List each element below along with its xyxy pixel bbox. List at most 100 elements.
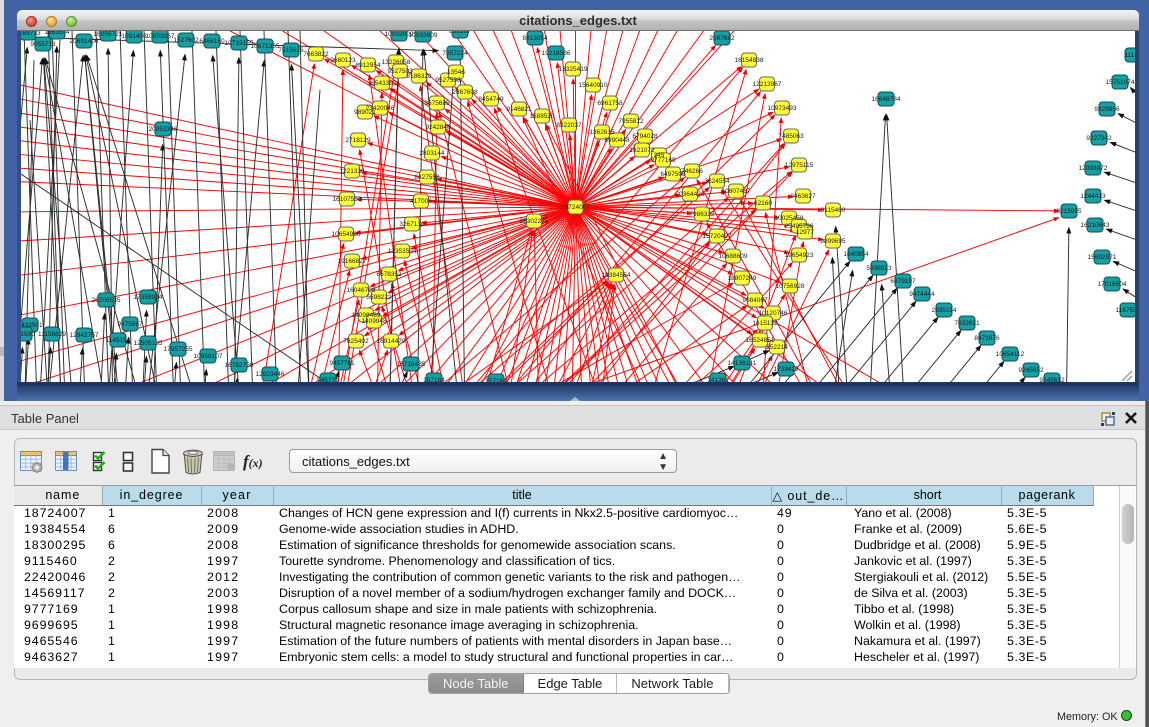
svg-text:8186328: 8186328 [406,73,432,80]
svg-text:417006: 417006 [410,198,432,205]
svg-text:8322037: 8322037 [556,122,582,129]
svg-text:8427552: 8427552 [414,174,440,181]
svg-text:13325419: 13325419 [559,66,588,73]
svg-text:7625402: 7625402 [343,338,369,345]
svg-text:157164: 157164 [485,378,507,382]
svg-text:9084067: 9084067 [742,297,768,304]
svg-text:7663822: 7663822 [303,51,329,58]
svg-text:9329906: 9329906 [1094,106,1120,113]
svg-text:12977: 12977 [796,229,814,236]
svg-text:10756928: 10756928 [776,283,805,290]
svg-text:12975115: 12975115 [785,162,814,169]
svg-text:15640910: 15640910 [579,82,608,89]
svg-text:16524851: 16524851 [746,337,775,344]
svg-text:9055713: 9055713 [30,41,56,48]
svg-text:13546: 13546 [447,69,465,76]
svg-text:5698222: 5698222 [366,294,392,301]
svg-text:12923446: 12923446 [256,371,285,378]
svg-text:1863504: 1863504 [44,31,70,36]
svg-text:8215955: 8215955 [1056,208,1082,215]
svg-text:8471676: 8471676 [974,335,1000,342]
svg-text:62160: 62160 [754,200,772,207]
svg-text:9115460: 9115460 [821,207,846,214]
svg-text:19166827: 19166827 [338,258,367,265]
svg-text:157164: 157164 [423,377,445,382]
svg-text:1615132: 1615132 [752,320,778,327]
svg-text:18724007: 18724007 [561,204,590,211]
svg-text:9245652: 9245652 [1018,367,1044,374]
svg-text:2867608: 2867608 [452,89,478,96]
svg-text:2935114: 2935114 [932,307,957,314]
svg-text:12093872: 12093872 [1079,165,1108,172]
svg-text:18807249: 18807249 [728,275,757,282]
svg-text:16046798: 16046798 [347,287,376,294]
svg-text:1409948: 1409948 [361,318,387,325]
svg-text:9245612: 9245612 [1039,377,1065,382]
svg-text:15716485: 15716485 [397,361,426,368]
svg-text:252214: 252214 [766,344,788,351]
svg-text:1527602: 1527602 [173,37,199,44]
svg-text:16914479: 16914479 [377,338,406,345]
svg-text:10654966: 10654966 [332,231,361,238]
svg-text:16210643: 16210643 [1081,222,1110,229]
svg-text:10807487: 10807487 [722,188,751,195]
svg-text:13226058: 13226058 [382,59,411,66]
svg-text:8990448: 8990448 [604,137,630,144]
svg-text:7986322: 7986322 [689,211,715,218]
svg-text:8454749: 8454749 [478,96,504,103]
svg-text:832207: 832207 [449,31,471,35]
svg-text:3267130: 3267130 [399,221,425,228]
svg-text:7955812: 7955812 [618,118,644,125]
svg-text:16154838: 16154838 [735,57,764,64]
svg-text:17957255: 17957255 [164,346,193,353]
svg-text:6466160: 6466160 [199,38,225,45]
svg-text:10719155: 10719155 [225,40,254,47]
svg-text:16055721: 16055721 [94,31,123,38]
svg-text:8678352: 8678352 [376,271,402,278]
svg-text:2718129: 2718129 [345,137,371,144]
svg-text:1733426: 1733426 [773,366,799,373]
svg-text:10958107: 10958107 [194,353,223,360]
svg-text:10654112: 10654112 [996,351,1025,358]
svg-text:8813054: 8813054 [522,35,548,42]
svg-text:9660123: 9660123 [330,57,356,64]
svg-text:9227342: 9227342 [1086,135,1112,142]
svg-text:6497508: 6497508 [660,171,686,178]
svg-text:8912954: 8912954 [355,62,381,69]
svg-text:17359924: 17359924 [134,294,163,301]
svg-text:6879197: 6879197 [890,278,916,285]
svg-text:1167533: 1167533 [1116,307,1135,314]
svg-text:9899695: 9899695 [820,238,846,245]
svg-text:10120746: 10120746 [759,310,788,317]
svg-text:20364436: 20364436 [676,191,705,198]
svg-text:14136141: 14136141 [728,360,757,367]
svg-text:1145194: 1145194 [106,337,131,344]
svg-text:9457791: 9457791 [329,360,355,367]
svg-text:23420046: 23420046 [366,105,395,112]
svg-text:7357224: 7357224 [442,50,468,57]
svg-text:2087682: 2087682 [709,35,735,42]
svg-text:11156829: 11156829 [38,331,66,338]
svg-text:1588520: 1588520 [529,113,555,120]
svg-text:7515526: 7515526 [278,47,304,54]
svg-text:1091406: 1091406 [121,33,147,40]
svg-text:15692971: 15692971 [1088,254,1117,261]
svg-text:12213967: 12213967 [753,81,782,88]
svg-text:1221338: 1221338 [339,168,365,175]
svg-text:16543382: 16543382 [368,80,397,87]
svg-text:20691406: 20691406 [70,38,99,45]
svg-text:10025458: 10025458 [775,215,804,222]
svg-text:20053346: 20053346 [149,126,178,133]
svg-text:7485063: 7485063 [778,133,804,140]
svg-text:10853267: 10853267 [146,33,175,40]
svg-text:11123: 11123 [1124,52,1135,59]
svg-text:945779: 945779 [317,377,339,382]
svg-text:19384554: 19384554 [602,272,631,279]
svg-text:9146821: 9146821 [506,106,532,113]
svg-text:12505135: 12505135 [134,340,163,347]
svg-text:9242848: 9242848 [425,124,451,131]
svg-text:9474444: 9474444 [909,291,935,298]
svg-text:12942757: 12942757 [70,332,99,339]
svg-text:15751074: 15751074 [1106,79,1135,86]
svg-text:1640954: 1640954 [843,251,869,258]
